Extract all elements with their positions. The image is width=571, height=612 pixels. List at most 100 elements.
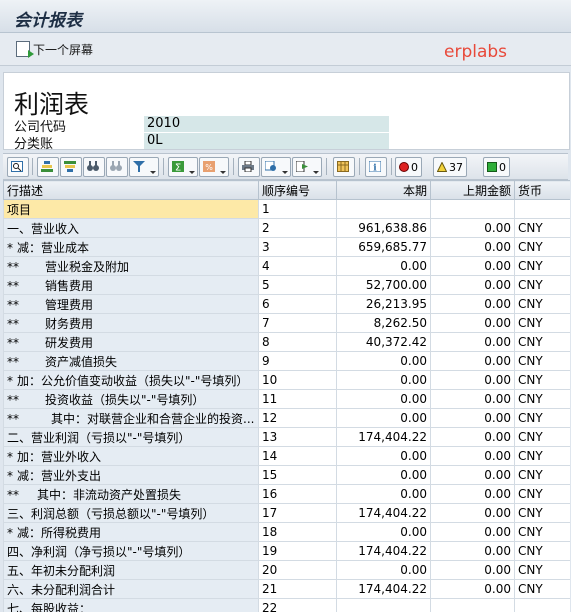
row-currency-cell[interactable]: CNY <box>514 389 570 409</box>
row-current-period-cell[interactable]: 0.00 <box>336 484 431 504</box>
row-current-period-cell[interactable]: 40,372.42 <box>336 332 431 352</box>
row-previous-amount-cell[interactable]: 0.00 <box>430 503 515 523</box>
row-current-period-cell[interactable]: 26,213.95 <box>336 294 431 314</box>
row-sequence-cell[interactable]: 22 <box>258 598 337 612</box>
row-currency-cell[interactable]: CNY <box>514 541 570 561</box>
row-current-period-cell[interactable]: 961,638.86 <box>336 218 431 238</box>
row-description-cell[interactable]: 五、年初未分配利润 <box>3 560 259 580</box>
column-header-description[interactable]: 行描述 <box>3 180 259 200</box>
row-sequence-cell[interactable]: 17 <box>258 503 337 523</box>
table-row[interactable]: 六、未分配利润合计 21 174,404.22 0.00 CNY <box>3 579 570 599</box>
row-current-period-cell[interactable] <box>336 199 431 219</box>
row-current-period-cell[interactable]: 174,404.22 <box>336 579 431 599</box>
row-currency-cell[interactable]: CNY <box>514 579 570 599</box>
row-previous-amount-cell[interactable]: 0.00 <box>430 351 515 371</box>
row-sequence-cell[interactable]: 19 <box>258 541 337 561</box>
column-header-sequence[interactable]: 顺序编号 <box>258 180 337 200</box>
row-current-period-cell[interactable]: 0.00 <box>336 465 431 485</box>
row-description-cell[interactable]: ** 营业税金及附加 <box>3 256 259 276</box>
table-row[interactable]: ** 管理费用 6 26,213.95 0.00 CNY <box>3 294 570 314</box>
table-row[interactable]: * 加：营业外收入 14 0.00 0.00 CNY <box>3 446 570 466</box>
details-button[interactable] <box>7 157 29 177</box>
view-button[interactable] <box>261 157 291 177</box>
row-previous-amount-cell[interactable]: 0.00 <box>430 541 515 561</box>
row-current-period-cell[interactable]: 0.00 <box>336 446 431 466</box>
row-previous-amount-cell[interactable] <box>430 199 515 219</box>
table-row[interactable]: * 加：公允价值变动收益（损失以"-"号填列） 10 0.00 0.00 CNY <box>3 370 570 390</box>
row-currency-cell[interactable]: CNY <box>514 256 570 276</box>
row-previous-amount-cell[interactable]: 0.00 <box>430 560 515 580</box>
table-row[interactable]: 项目 1 <box>3 199 570 219</box>
row-previous-amount-cell[interactable]: 0.00 <box>430 237 515 257</box>
row-current-period-cell[interactable]: 659,685.77 <box>336 237 431 257</box>
row-description-cell[interactable]: * 加：公允价值变动收益（损失以"-"号填列） <box>3 370 259 390</box>
row-sequence-cell[interactable]: 21 <box>258 579 337 599</box>
info-button[interactable]: i <box>365 157 387 177</box>
row-description-cell[interactable]: * 减：营业成本 <box>3 237 259 257</box>
row-description-cell[interactable]: 三、利润总额（亏损总额以"-"号填列） <box>3 503 259 523</box>
row-currency-cell[interactable]: CNY <box>514 351 570 371</box>
row-currency-cell[interactable]: CNY <box>514 484 570 504</box>
row-current-period-cell[interactable]: 174,404.22 <box>336 503 431 523</box>
sum-button[interactable]: Σ <box>168 157 198 177</box>
table-row[interactable]: * 减：营业外支出 15 0.00 0.00 CNY <box>3 465 570 485</box>
row-previous-amount-cell[interactable]: 0.00 <box>430 522 515 542</box>
table-row[interactable]: * 减：营业成本 3 659,685.77 0.00 CNY <box>3 237 570 257</box>
red-light-button[interactable]: 0 <box>395 157 422 177</box>
green-light-button[interactable]: 0 <box>483 157 510 177</box>
table-row[interactable]: 五、年初未分配利润 20 0.00 0.00 CNY <box>3 560 570 580</box>
row-previous-amount-cell[interactable]: 0.00 <box>430 484 515 504</box>
row-description-cell[interactable]: 一、营业收入 <box>3 218 259 238</box>
row-sequence-cell[interactable]: 3 <box>258 237 337 257</box>
row-currency-cell[interactable]: CNY <box>514 408 570 428</box>
table-row[interactable]: 二、营业利润（亏损以"-"号填列） 13 174,404.22 0.00 CNY <box>3 427 570 447</box>
row-sequence-cell[interactable]: 11 <box>258 389 337 409</box>
row-previous-amount-cell[interactable]: 0.00 <box>430 427 515 447</box>
row-sequence-cell[interactable]: 6 <box>258 294 337 314</box>
row-description-cell[interactable]: 二、营业利润（亏损以"-"号填列） <box>3 427 259 447</box>
row-description-cell[interactable]: ** 其中：对联营企业和合营企业的投资... <box>3 408 259 428</box>
row-description-cell[interactable]: * 减：所得税费用 <box>3 522 259 542</box>
row-description-cell[interactable]: ** 其中：非流动资产处置损失 <box>3 484 259 504</box>
row-description-cell[interactable]: 项目 <box>3 199 259 219</box>
row-sequence-cell[interactable]: 18 <box>258 522 337 542</box>
table-row[interactable]: ** 销售费用 5 52,700.00 0.00 CNY <box>3 275 570 295</box>
print-button[interactable] <box>238 157 260 177</box>
table-row[interactable]: ** 其中：非流动资产处置损失 16 0.00 0.00 CNY <box>3 484 570 504</box>
row-previous-amount-cell[interactable]: 0.00 <box>430 389 515 409</box>
row-sequence-cell[interactable]: 20 <box>258 560 337 580</box>
row-current-period-cell[interactable]: 52,700.00 <box>336 275 431 295</box>
row-sequence-cell[interactable]: 14 <box>258 446 337 466</box>
table-row[interactable]: 三、利润总额（亏损总额以"-"号填列） 17 174,404.22 0.00 CNY <box>3 503 570 523</box>
filter-button[interactable] <box>129 157 159 177</box>
row-currency-cell[interactable] <box>514 598 570 612</box>
row-current-period-cell[interactable]: 0.00 <box>336 389 431 409</box>
row-currency-cell[interactable]: CNY <box>514 560 570 580</box>
find-next-button[interactable] <box>106 157 128 177</box>
table-row[interactable]: ** 投资收益（损失以"-"号填列） 11 0.00 0.00 CNY <box>3 389 570 409</box>
row-current-period-cell[interactable] <box>336 598 431 612</box>
row-previous-amount-cell[interactable]: 0.00 <box>430 465 515 485</box>
row-sequence-cell[interactable]: 9 <box>258 351 337 371</box>
table-row[interactable]: 一、营业收入 2 961,638.86 0.00 CNY <box>3 218 570 238</box>
row-sequence-cell[interactable]: 5 <box>258 275 337 295</box>
layout-button[interactable] <box>333 157 355 177</box>
row-previous-amount-cell[interactable] <box>430 598 515 612</box>
row-current-period-cell[interactable]: 0.00 <box>336 370 431 390</box>
sort-ascending-button[interactable] <box>37 157 59 177</box>
table-row[interactable]: ** 其中：对联营企业和合营企业的投资... 12 0.00 0.00 CNY <box>3 408 570 428</box>
row-previous-amount-cell[interactable]: 0.00 <box>430 313 515 333</box>
row-previous-amount-cell[interactable]: 0.00 <box>430 275 515 295</box>
row-description-cell[interactable]: ** 投资收益（损失以"-"号填列） <box>3 389 259 409</box>
row-description-cell[interactable]: 四、净利润（净亏损以"-"号填列） <box>3 541 259 561</box>
row-currency-cell[interactable]: CNY <box>514 427 570 447</box>
row-previous-amount-cell[interactable]: 0.00 <box>430 332 515 352</box>
row-previous-amount-cell[interactable]: 0.00 <box>430 446 515 466</box>
table-row[interactable]: 四、净利润（净亏损以"-"号填列） 19 174,404.22 0.00 CNY <box>3 541 570 561</box>
row-sequence-cell[interactable]: 7 <box>258 313 337 333</box>
table-row[interactable]: ** 营业税金及附加 4 0.00 0.00 CNY <box>3 256 570 276</box>
row-currency-cell[interactable]: CNY <box>514 294 570 314</box>
row-description-cell[interactable]: 七、每股收益： <box>3 598 259 612</box>
row-current-period-cell[interactable]: 0.00 <box>336 560 431 580</box>
row-sequence-cell[interactable]: 8 <box>258 332 337 352</box>
